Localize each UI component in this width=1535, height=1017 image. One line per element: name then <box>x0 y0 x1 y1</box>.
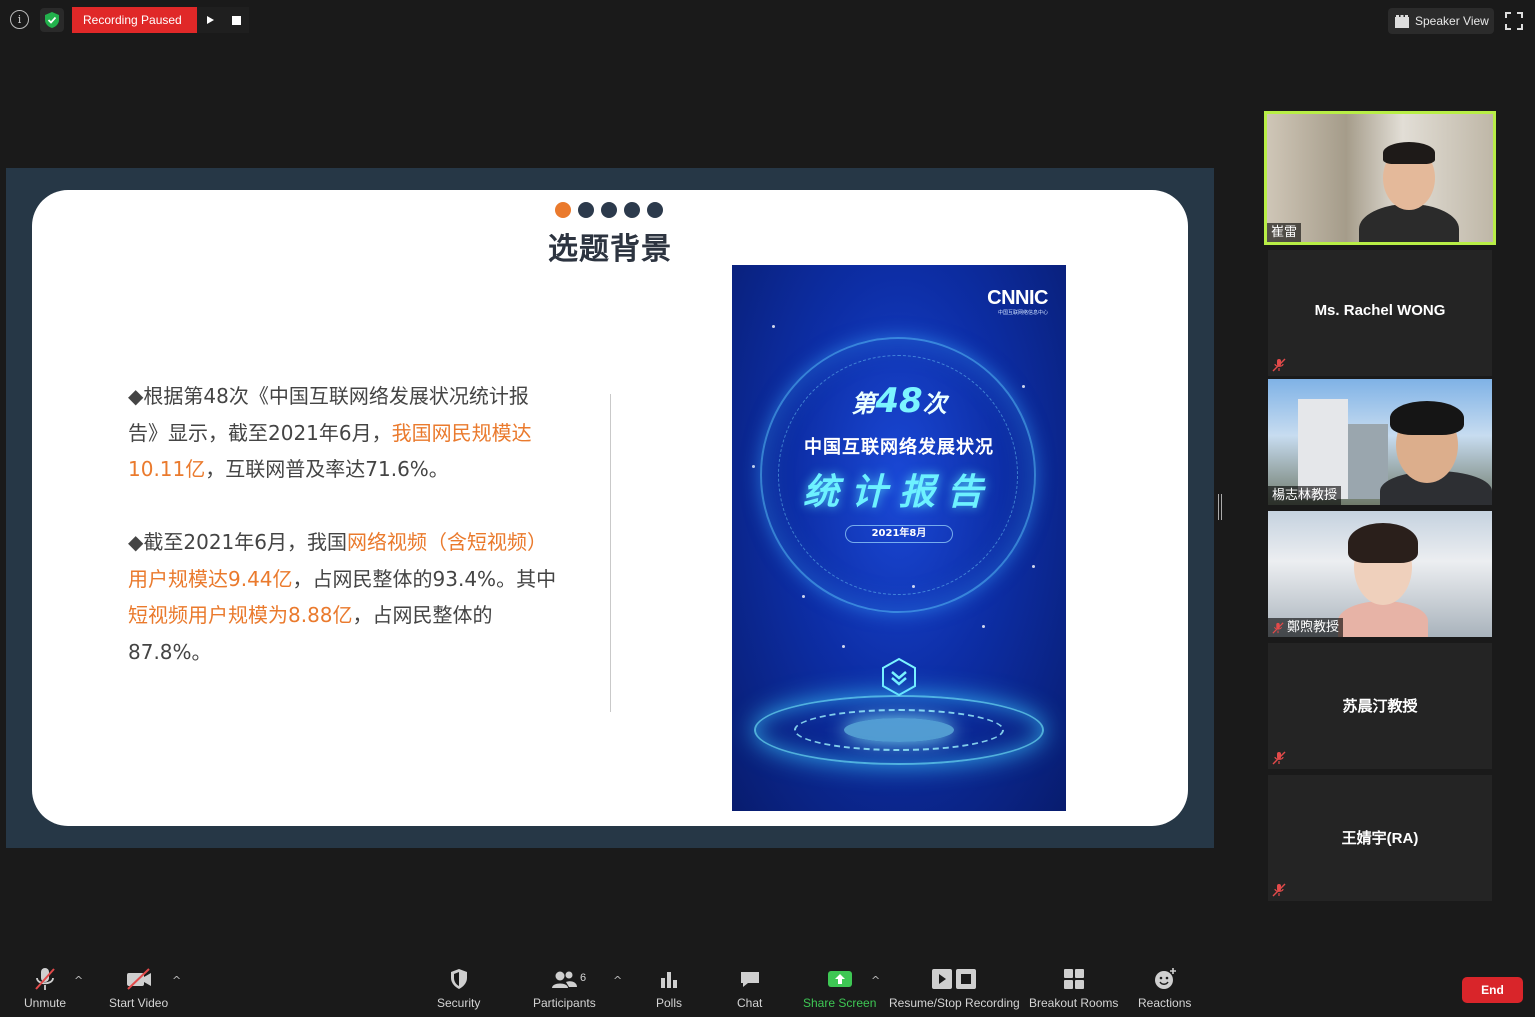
speaker-view-button[interactable]: Speaker View <box>1388 8 1494 34</box>
stop-recording-button[interactable] <box>223 7 249 33</box>
edition-suffix: 次 <box>922 390 947 418</box>
start-video-button[interactable]: Start Video <box>109 966 168 1010</box>
polls-label: Polls <box>656 996 683 1010</box>
polls-button[interactable]: Polls <box>656 966 682 1010</box>
cover-subtitle: 中国互联网络发展状况 <box>804 437 994 458</box>
participant-name: Ms. Rachel WONG <box>1314 302 1446 319</box>
share-options-caret[interactable]: ^ <box>871 974 880 987</box>
participant-tile[interactable]: 苏晨汀教授 <box>1268 643 1492 769</box>
video-options-caret[interactable]: ^ <box>172 974 181 987</box>
smiley-plus-icon <box>1154 968 1176 989</box>
grid-view-icon <box>1395 14 1409 28</box>
participant-tile[interactable]: Ms. Rachel WONG <box>1268 250 1492 376</box>
recording-controls: Recording Paused <box>72 7 249 33</box>
participants-count-badge: 6 <box>580 972 587 984</box>
audio-options-caret[interactable]: ^ <box>74 974 83 987</box>
muted-mic-icon <box>35 968 55 990</box>
edition-number: 48 <box>875 381 923 421</box>
meeting-toolbar <box>0 960 1535 1017</box>
progress-dot <box>647 202 663 218</box>
cnnic-logo: CNNIC <box>987 287 1048 309</box>
progress-dot <box>578 202 594 218</box>
edition-prefix: 第 <box>851 390 876 418</box>
breakout-rooms-label: Breakout Rooms <box>1029 996 1119 1010</box>
progress-dot <box>555 202 571 218</box>
share-screen-button[interactable]: Share Screen <box>803 966 876 1010</box>
chevron-down-icon <box>882 657 916 697</box>
slide-title: 选题背景 <box>548 232 672 267</box>
cover-platform <box>844 718 954 742</box>
participant-tile[interactable]: 王婧宇(RA) <box>1268 775 1492 901</box>
breakout-rooms-icon <box>1063 969 1084 989</box>
chat-label: Chat <box>737 996 763 1010</box>
chat-bubble-icon <box>740 972 759 987</box>
reactions-button[interactable]: Reactions <box>1138 966 1191 1010</box>
participants-options-caret[interactable]: ^ <box>613 974 622 987</box>
participants-icon <box>552 971 578 988</box>
start-video-label: Start Video <box>109 996 169 1010</box>
recording-status: Recording Paused <box>72 7 197 33</box>
participant-name-tag: 鄭煦教授 <box>1268 618 1344 637</box>
muted-mic-icon <box>1272 621 1284 634</box>
slide-divider <box>610 394 611 712</box>
muted-mic-icon <box>1272 883 1286 897</box>
participant-tile[interactable]: 鄭煦教授 <box>1268 511 1492 637</box>
fullscreen-icon[interactable] <box>1504 11 1524 31</box>
bullet-video-users: ◆截至2021年6月，我国网络视频（含短视频）用户规模达9.44亿，占网民整体的… <box>128 524 558 670</box>
split-view-handle[interactable] <box>1218 494 1222 520</box>
unmute-button[interactable]: Unmute <box>24 966 66 1010</box>
stop-icon <box>231 15 241 25</box>
bullet-text: ，互联网普及率达71.6%。 <box>205 457 449 481</box>
unmute-label: Unmute <box>24 996 67 1010</box>
presentation-slide: 选题背景 ◆根据第48次《中国互联网络发展状况统计报告》显示，截至2021年6月… <box>32 190 1188 826</box>
progress-dot <box>624 202 640 218</box>
share-screen-label: Share Screen <box>803 996 877 1010</box>
bullet-text: ◆截至2021年6月，我国 <box>128 530 348 554</box>
recording-controls-icon <box>932 969 977 989</box>
cnnic-logo-subtitle: 中国互联网络信息中心 <box>997 310 1048 316</box>
participant-name-tag: 崔雷 <box>1267 223 1302 242</box>
bullet-internet-users: ◆根据第48次《中国互联网络发展状况统计报告》显示，截至2021年6月，我国网民… <box>128 378 558 488</box>
play-icon <box>207 16 214 24</box>
participant-name: 苏晨汀教授 <box>1342 698 1418 715</box>
participant-tile-active-speaker[interactable]: 崔雷 <box>1264 111 1496 245</box>
participants-button[interactable]: Participants <box>533 966 596 1010</box>
share-screen-icon <box>827 971 852 987</box>
report-cover-image: CNNIC 中国互联网络信息中心 第48次 中国互联网络发展状况 统计报告 20… <box>732 265 1066 811</box>
participant-name: 王婧宇(RA) <box>1341 830 1419 847</box>
participant-name: 鄭煦教授 <box>1287 620 1340 635</box>
cover-date: 2021年8月 <box>845 525 953 543</box>
security-button[interactable]: Security <box>437 966 480 1010</box>
cover-main-title: 统计报告 <box>802 472 995 513</box>
shared-screen: 选题背景 ◆根据第48次《中国互联网络发展状况统计报告》显示，截至2021年6月… <box>6 168 1214 848</box>
bar-chart-icon <box>661 972 677 988</box>
muted-mic-icon <box>1272 751 1286 765</box>
video-off-icon <box>126 968 151 990</box>
bullet-text: ，占网民整体的93.4%。其中 <box>292 566 557 591</box>
security-label: Security <box>437 996 481 1010</box>
participant-name: 楊志林教授 <box>1272 488 1338 503</box>
slide-progress-dots <box>555 202 663 218</box>
participant-tile[interactable]: 楊志林教授 <box>1268 379 1492 505</box>
muted-mic-icon <box>1272 358 1286 372</box>
recording-label: Resume/Stop Recording <box>889 996 1020 1010</box>
reactions-label: Reactions <box>1138 996 1192 1010</box>
resume-recording-button[interactable] <box>197 7 223 33</box>
progress-dot <box>601 202 617 218</box>
view-label: Speaker View <box>1415 14 1489 28</box>
participant-name-tag: 楊志林教授 <box>1268 486 1342 505</box>
bullet-highlight: 短视频用户规模为8.88亿 <box>128 603 353 627</box>
shield-check-icon[interactable] <box>40 8 64 32</box>
participants-label: Participants <box>533 996 596 1010</box>
breakout-rooms-button[interactable]: Breakout Rooms <box>1029 966 1118 1010</box>
cover-edition: 第48次 <box>732 381 1066 421</box>
resume-stop-recording-button[interactable]: Resume/Stop Recording <box>889 966 1020 1010</box>
participant-name: 崔雷 <box>1271 225 1298 240</box>
end-meeting-button[interactable]: End <box>1462 977 1523 1003</box>
chat-button[interactable]: Chat <box>737 966 762 1010</box>
shield-icon <box>450 969 467 989</box>
info-icon[interactable]: i <box>10 10 29 29</box>
